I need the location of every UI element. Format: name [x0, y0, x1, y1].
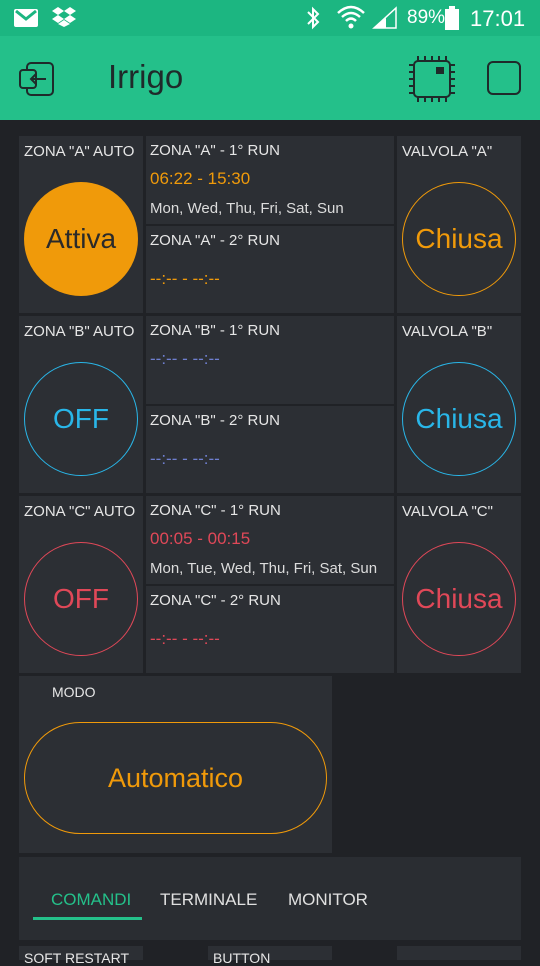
battery-icon: [445, 6, 459, 30]
run2-label: ZONA "A" - 2° RUN: [150, 232, 280, 249]
zone-auto-toggle-button[interactable]: OFF: [24, 542, 138, 656]
mode-label: MODO: [52, 684, 96, 700]
run2-time[interactable]: --:-- - --:--: [150, 629, 220, 649]
bluetooth-icon: [307, 6, 320, 30]
valve-label: VALVOLA "C": [402, 503, 493, 520]
run2-time[interactable]: --:-- - --:--: [150, 449, 220, 469]
valve-label: VALVOLA "A": [402, 143, 493, 160]
zone-auto-label: ZONA "C" AUTO: [24, 503, 136, 520]
app-bar: [0, 36, 540, 120]
clock: 17:01: [470, 6, 526, 31]
run2-label: ZONA "B" - 2° RUN: [150, 412, 280, 429]
valve-state: Chiusa: [415, 583, 503, 614]
gmail-icon: [14, 9, 38, 27]
tab-monitor[interactable]: MONITOR: [288, 890, 368, 910]
run1-time[interactable]: --:-- - --:--: [150, 349, 220, 369]
dropbox-icon: [52, 7, 76, 27]
run2-label: ZONA "C" - 2° RUN: [150, 592, 281, 609]
valve-state-indicator: Chiusa: [402, 542, 516, 656]
zone-auto-state: OFF: [53, 403, 109, 434]
status-bar: 89% 17:01: [0, 0, 540, 36]
valve-state: Chiusa: [415, 403, 503, 434]
exit-icon[interactable]: [18, 60, 56, 98]
tab-active-indicator: [33, 917, 142, 920]
run1-time[interactable]: 06:22 - 15:30: [150, 169, 250, 189]
tab-comandi[interactable]: COMANDI: [51, 890, 131, 910]
mode-toggle-button[interactable]: Automatico: [24, 722, 327, 834]
zone-auto-toggle-button[interactable]: OFF: [24, 362, 138, 476]
battery-percent: 89%: [407, 7, 446, 28]
run1-label: ZONA "C" - 1° RUN: [150, 502, 281, 519]
wifi-icon: [337, 5, 365, 29]
run2-time[interactable]: --:-- - --:--: [150, 269, 220, 289]
soft-restart-label: SOFT RESTART: [24, 950, 130, 966]
zone-auto-label: ZONA "B" AUTO: [24, 323, 135, 340]
zone-auto-state: OFF: [53, 583, 109, 614]
signal-icon: [372, 6, 397, 29]
run1-days: Mon, Wed, Thu, Fri, Sat, Sun: [150, 200, 344, 217]
mode-value: Automatico: [107, 762, 244, 793]
app-title: Irrigo: [108, 58, 184, 95]
zone-auto-state: Attiva: [45, 223, 117, 254]
valve-label: VALVOLA "B": [402, 323, 493, 340]
run1-label: ZONA "B" - 1° RUN: [150, 322, 280, 339]
valve-state-indicator: Chiusa: [402, 362, 516, 476]
button-label: BUTTON: [213, 950, 271, 966]
bottom-right-tile: [397, 946, 521, 960]
zone-auto-label: ZONA "A" AUTO: [24, 143, 135, 160]
zone-auto-toggle-button[interactable]: Attiva: [24, 182, 138, 296]
run1-label: ZONA "A" - 1° RUN: [150, 142, 280, 159]
valve-state: Chiusa: [415, 223, 503, 254]
run1-days: Mon, Tue, Wed, Thu, Fri, Sat, Sun: [150, 560, 378, 577]
stop-square-icon[interactable]: [486, 60, 522, 96]
valve-state-indicator: Chiusa: [402, 182, 516, 296]
tab-terminale[interactable]: TERMINALE: [160, 890, 257, 910]
device-chip-icon[interactable]: [408, 55, 456, 103]
run1-time[interactable]: 00:05 - 00:15: [150, 529, 250, 549]
